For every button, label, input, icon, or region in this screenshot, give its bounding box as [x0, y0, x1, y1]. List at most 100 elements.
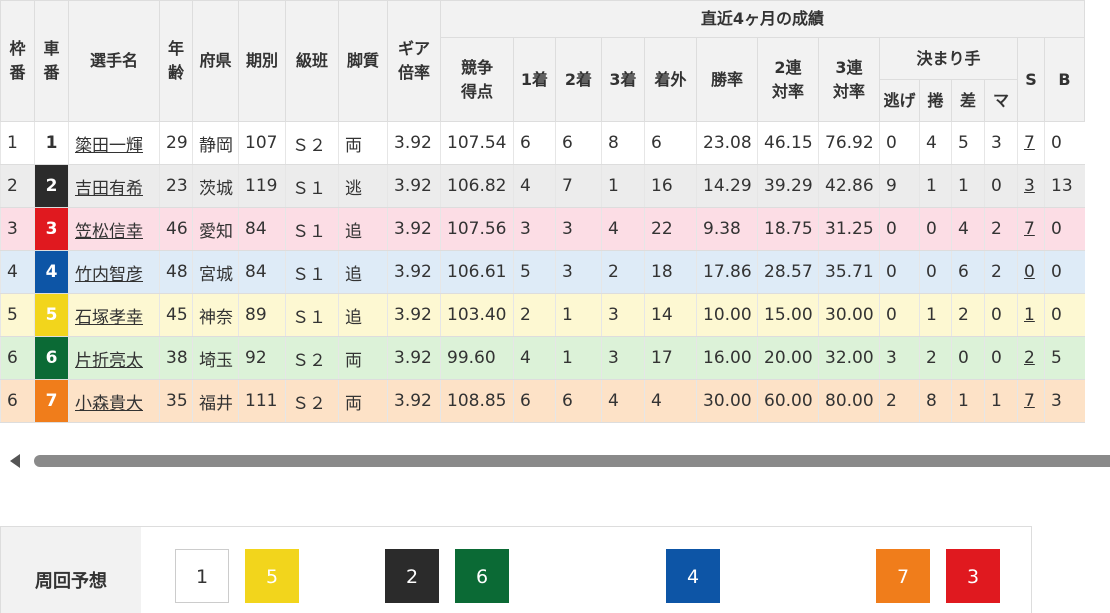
s-cell: 7 — [1017, 379, 1045, 423]
klass-cell: Ｓ１ — [285, 207, 339, 251]
sashi-cell: 0 — [951, 336, 985, 380]
scroll-left-icon[interactable] — [10, 454, 20, 468]
header-nige: 逃げ — [879, 79, 920, 122]
racer-name-link[interactable]: 石塚孝幸 — [75, 308, 143, 328]
header-name: 選手名 — [68, 0, 160, 122]
s-count-link[interactable]: 7 — [1024, 219, 1035, 239]
prediction-car-5: 5 — [245, 549, 299, 603]
horizontal-scrollbar[interactable] — [0, 447, 1110, 475]
rate2-cell: 60.00 — [757, 379, 819, 423]
s-count-link[interactable]: 7 — [1024, 133, 1035, 153]
score-cell: 103.40 — [440, 293, 514, 337]
header-term: 期別 — [238, 0, 286, 122]
nige-cell: 0 — [879, 121, 920, 165]
s-count-link[interactable]: 1 — [1024, 305, 1035, 325]
racer-name-link[interactable]: 竹内智彦 — [75, 265, 143, 285]
first-cell: 4 — [513, 164, 556, 208]
s-count-link[interactable]: 7 — [1024, 391, 1035, 411]
rate3-cell: 42.86 — [818, 164, 880, 208]
s-count-link[interactable]: 2 — [1024, 348, 1035, 368]
car-number-cell: 5 — [34, 293, 69, 337]
prediction-car-1: 1 — [175, 549, 229, 603]
third-cell: 4 — [601, 207, 645, 251]
score-cell: 106.82 — [440, 164, 514, 208]
first-cell: 3 — [513, 207, 556, 251]
nige-cell: 2 — [879, 379, 920, 423]
pref-cell: 静岡 — [192, 121, 239, 165]
age-cell: 45 — [159, 293, 193, 337]
mark-cell: 3 — [984, 121, 1018, 165]
rate2-cell: 46.15 — [757, 121, 819, 165]
win-cell: 9.38 — [696, 207, 758, 251]
racer-row: 1 1 簗田一輝 29 静岡 107 Ｓ２ 両 3.92 107.54 6 6 8 6 23.08 46.15… — [0, 121, 1085, 165]
header-class: 級班 — [285, 0, 339, 122]
scrollbar-thumb[interactable] — [34, 455, 1110, 467]
second-cell: 1 — [555, 336, 602, 380]
rate2-cell: 18.75 — [757, 207, 819, 251]
rate3-cell: 30.00 — [818, 293, 880, 337]
rate3-cell: 76.92 — [818, 121, 880, 165]
win-cell: 16.00 — [696, 336, 758, 380]
name-cell: 簗田一輝 — [68, 121, 160, 165]
term-cell: 111 — [238, 379, 286, 423]
waku-cell: 2 — [0, 164, 35, 208]
prediction-car-7: 7 — [876, 549, 930, 603]
b-cell: 0 — [1044, 121, 1085, 165]
makuri-cell: 0 — [919, 250, 952, 294]
name-cell: 小森貴大 — [68, 379, 160, 423]
car-number-cell: 2 — [34, 164, 69, 208]
prediction-car-2: 2 — [385, 549, 439, 603]
s-count-link[interactable]: 3 — [1024, 176, 1035, 196]
racer-name-link[interactable]: 片折亮太 — [75, 351, 143, 371]
makuri-cell: 1 — [919, 293, 952, 337]
header-age: 年齢 — [159, 0, 193, 122]
rate2-cell: 15.00 — [757, 293, 819, 337]
sashi-cell: 2 — [951, 293, 985, 337]
racer-row: 6 7 小森貴大 35 福井 111 Ｓ２ 両 3.92 108.85 6 6 4 4 30.00 60.00… — [0, 379, 1085, 423]
s-cell: 7 — [1017, 121, 1045, 165]
b-cell: 13 — [1044, 164, 1085, 208]
gear-cell: 3.92 — [387, 336, 441, 380]
racer-name-link[interactable]: 笠松信幸 — [75, 222, 143, 242]
b-cell: 0 — [1044, 293, 1085, 337]
header-recent: 直近4ヶ月の成績 — [440, 0, 1085, 38]
sashi-cell: 1 — [951, 164, 985, 208]
header-third: 3着 — [601, 37, 645, 122]
name-cell: 石塚孝幸 — [68, 293, 160, 337]
s-count-link[interactable]: 0 — [1024, 262, 1035, 282]
car-number-cell: 3 — [34, 207, 69, 251]
racer-row: 3 3 笠松信幸 46 愛知 84 Ｓ１ 追 3.92 107.56 3 3 4 22 9.38 18.75 3… — [0, 207, 1085, 251]
racer-name-link[interactable]: 簗田一輝 — [75, 136, 143, 156]
car-number-cell: 4 — [34, 250, 69, 294]
out-cell: 18 — [644, 250, 697, 294]
b-cell: 3 — [1044, 379, 1085, 423]
term-cell: 119 — [238, 164, 286, 208]
klass-cell: Ｓ２ — [285, 121, 339, 165]
prediction-car-3: 3 — [946, 549, 1000, 603]
nige-cell: 0 — [879, 207, 920, 251]
third-cell: 1 — [601, 164, 645, 208]
term-cell: 92 — [238, 336, 286, 380]
third-cell: 8 — [601, 121, 645, 165]
racer-row: 5 5 石塚孝幸 45 神奈 89 Ｓ１ 追 3.92 103.40 2 1 3 14 10.00 15.00… — [0, 293, 1085, 337]
score-cell: 99.60 — [440, 336, 514, 380]
sashi-cell: 1 — [951, 379, 985, 423]
lap-prediction: 周回予想 1 5 2 6 4 7 3 — [0, 526, 1032, 613]
win-cell: 10.00 — [696, 293, 758, 337]
age-cell: 46 — [159, 207, 193, 251]
nige-cell: 3 — [879, 336, 920, 380]
racer-name-link[interactable]: 吉田有希 — [75, 179, 143, 199]
klass-cell: Ｓ１ — [285, 293, 339, 337]
second-cell: 3 — [555, 250, 602, 294]
racer-name-link[interactable]: 小森貴大 — [75, 394, 143, 414]
out-cell: 4 — [644, 379, 697, 423]
win-cell: 17.86 — [696, 250, 758, 294]
rate3-cell: 35.71 — [818, 250, 880, 294]
sashi-cell: 4 — [951, 207, 985, 251]
win-cell: 30.00 — [696, 379, 758, 423]
racer-row: 2 2 吉田有希 23 茨城 119 Ｓ１ 逃 3.92 106.82 4 7 1 16 14.29 39.2… — [0, 164, 1085, 208]
term-cell: 84 — [238, 250, 286, 294]
gear-cell: 3.92 — [387, 207, 441, 251]
gear-cell: 3.92 — [387, 250, 441, 294]
win-cell: 14.29 — [696, 164, 758, 208]
